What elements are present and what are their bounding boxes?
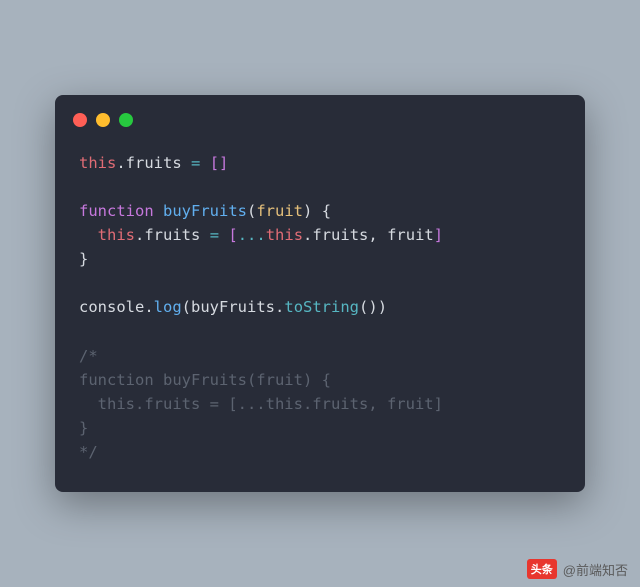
token-identifier: console xyxy=(79,298,144,316)
code-line-comment: */ xyxy=(79,440,561,464)
token-function-name: log xyxy=(154,298,182,316)
code-line: } xyxy=(79,247,561,271)
maximize-icon[interactable] xyxy=(119,113,133,127)
code-line: console.log(buyFruits.toString()) xyxy=(79,295,561,319)
token-bracket: [ xyxy=(228,226,237,244)
token-bracket: ] xyxy=(219,154,228,172)
token-prop: fruits xyxy=(144,226,200,244)
code-window: this.fruits = [] function buyFruits(frui… xyxy=(55,95,585,491)
token-dot: . xyxy=(303,226,312,244)
code-line-comment: /* xyxy=(79,344,561,368)
token-dot: . xyxy=(135,226,144,244)
code-line: this.fruits = [...this.fruits, fruit] xyxy=(79,223,561,247)
token-bracket: [ xyxy=(210,154,219,172)
token-dot: . xyxy=(116,154,125,172)
token-this: this xyxy=(266,226,303,244)
token-prop: fruits xyxy=(312,226,368,244)
token-dot: . xyxy=(275,298,284,316)
token-keyword: function xyxy=(79,202,154,220)
token-paren: ( xyxy=(359,298,368,316)
watermark-badge: 头条 xyxy=(527,559,557,579)
token-prop: fruits xyxy=(126,154,182,172)
token-paren: ) xyxy=(303,202,312,220)
code-line-comment: } xyxy=(79,416,561,440)
token-paren: ( xyxy=(247,202,256,220)
token-dot: . xyxy=(144,298,153,316)
token-comma: , xyxy=(368,226,377,244)
code-line: function buyFruits(fruit) { xyxy=(79,199,561,223)
minimize-icon[interactable] xyxy=(96,113,110,127)
close-icon[interactable] xyxy=(73,113,87,127)
token-brace: } xyxy=(79,250,88,268)
code-line-comment: function buyFruits(fruit) { xyxy=(79,368,561,392)
token-this: this xyxy=(98,226,135,244)
token-brace: { xyxy=(322,202,331,220)
token-operator: = xyxy=(191,154,200,172)
token-paren: ) xyxy=(368,298,377,316)
code-line-blank xyxy=(79,271,561,295)
token-this: this xyxy=(79,154,116,172)
window-titlebar xyxy=(55,95,585,133)
code-line: this.fruits = [] xyxy=(79,151,561,175)
token-method: toString xyxy=(284,298,359,316)
watermark: 头条 @前端知否 xyxy=(527,559,628,579)
code-line-blank xyxy=(79,175,561,199)
token-spread: ... xyxy=(238,226,266,244)
watermark-handle: @前端知否 xyxy=(563,560,628,579)
code-block: this.fruits = [] function buyFruits(frui… xyxy=(55,133,585,491)
token-identifier: buyFruits xyxy=(191,298,275,316)
token-operator: = xyxy=(210,226,219,244)
token-bracket: ] xyxy=(434,226,443,244)
token-paren: ) xyxy=(378,298,387,316)
code-line-comment: this.fruits = [...this.fruits, fruit] xyxy=(79,392,561,416)
token-identifier: fruit xyxy=(387,226,434,244)
token-param: fruit xyxy=(256,202,303,220)
token-paren: ( xyxy=(182,298,191,316)
code-line-blank xyxy=(79,320,561,344)
token-function-name: buyFruits xyxy=(163,202,247,220)
